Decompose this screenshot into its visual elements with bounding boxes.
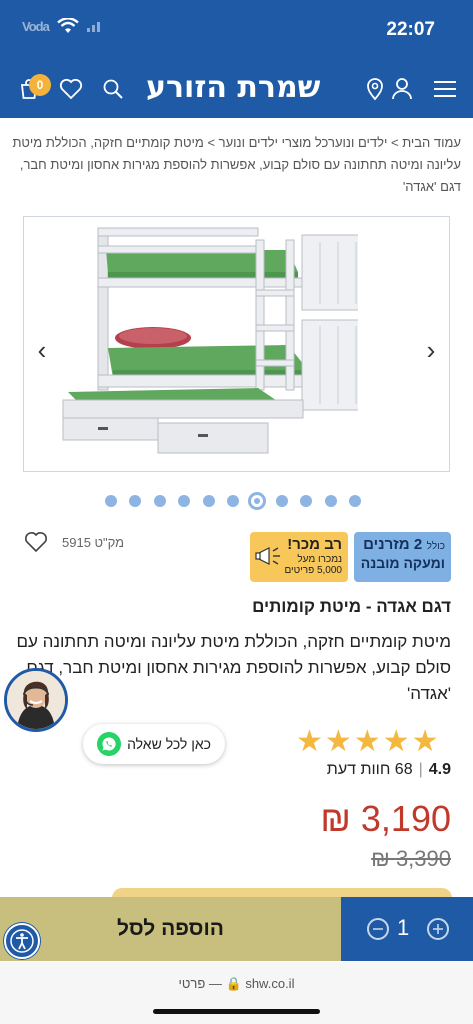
signal-icon <box>86 22 100 32</box>
whatsapp-label: כאן לכל שאלה <box>127 736 211 752</box>
reviews-count[interactable]: 68 חוות דעת <box>327 761 413 779</box>
breadcrumb-subcategory[interactable]: כל מוצרי ילדים ונוער <box>219 135 329 150</box>
megaphone-icon <box>255 547 280 565</box>
add-to-cart-bar: הוספה לסל 1 <box>0 897 473 961</box>
add-to-cart-button[interactable]: הוספה לסל <box>0 897 341 961</box>
rating-row: 4.9 | 68 חוות דעת <box>327 761 451 779</box>
location-icon[interactable] <box>360 74 390 104</box>
wifi-icon <box>57 18 79 33</box>
status-left: Voda <box>22 18 105 34</box>
bestseller-badge: רב מכר! נמכרו מעל 5,000 פריטים <box>250 532 348 582</box>
home-indicator <box>153 1009 320 1014</box>
status-bar: Voda 22:07 <box>0 0 473 60</box>
gallery-dot[interactable] <box>202 495 215 507</box>
gallery-dot[interactable] <box>300 495 313 507</box>
badge-prefix: כולל <box>426 541 445 552</box>
wishlist-heart-icon[interactable] <box>24 531 48 553</box>
accessibility-icon[interactable] <box>4 923 40 959</box>
gallery-dot-active[interactable] <box>248 492 267 510</box>
sku-label: מק"ט 5915 <box>62 535 125 550</box>
rating-score: 4.9 <box>428 761 451 778</box>
badge-main: 2 מזרנים <box>363 536 423 553</box>
support-agent-avatar[interactable] <box>4 668 68 732</box>
gallery-dot[interactable] <box>349 495 361 507</box>
gallery-dot[interactable] <box>178 495 191 507</box>
gallery-dot[interactable] <box>324 495 337 507</box>
breadcrumb-category[interactable]: ילדים ונוער <box>328 135 387 150</box>
product-title: דגם אגדה - מיטת קומותים <box>252 597 451 616</box>
quantity-stepper: 1 <box>341 897 473 961</box>
product-gallery[interactable]: ‹ › <box>23 216 450 472</box>
gallery-dot[interactable] <box>275 495 288 507</box>
old-price: 3,390 ₪ <box>371 846 451 871</box>
star-icon: ★ <box>353 725 381 758</box>
star-icon: ★ <box>324 725 352 758</box>
breadcrumb-separator: > <box>207 135 216 150</box>
minus-icon[interactable] <box>367 918 389 940</box>
current-price: 3,190 ₪ <box>320 798 451 839</box>
breadcrumb-home[interactable]: עמוד הבית <box>402 135 461 150</box>
rating-stars: ★ ★ ★ ★ ★ <box>296 726 439 758</box>
star-icon: ★ <box>382 725 410 758</box>
plus-icon[interactable] <box>427 918 449 940</box>
whatsapp-contact-button[interactable]: כאן לכל שאלה <box>83 724 225 764</box>
lock-icon: 🔒 <box>225 976 242 991</box>
search-icon[interactable] <box>98 74 128 104</box>
privacy-label: פרטי <box>178 976 206 991</box>
heart-icon[interactable] <box>56 74 86 104</box>
user-icon[interactable] <box>387 74 417 104</box>
bunk-bed-image <box>62 227 358 454</box>
gallery-dot[interactable] <box>105 495 117 507</box>
url-text: shw.co.il 🔒 — פרטי <box>0 976 473 992</box>
gallery-dot[interactable] <box>153 495 166 507</box>
gallery-dots <box>0 492 473 510</box>
url-dash: — <box>208 976 222 991</box>
whatsapp-icon <box>97 732 122 756</box>
badge-sub: ומעקה מובנה <box>360 555 445 571</box>
gallery-dot[interactable] <box>227 495 239 507</box>
mattress-included-badge: כולל 2 מזרנים ומעקה מובנה <box>354 532 451 582</box>
menu-icon[interactable] <box>430 74 460 104</box>
star-icon: ★ <box>411 725 439 758</box>
rating-separator: | <box>418 761 423 778</box>
gallery-dot[interactable] <box>129 495 142 507</box>
url-domain: shw.co.il <box>245 976 295 991</box>
cart-count-badge: 0 <box>29 74 51 96</box>
gallery-next-arrow[interactable]: › <box>421 335 441 366</box>
browser-url-bar[interactable]: shw.co.il 🔒 — פרטי <box>0 962 473 1024</box>
site-logo[interactable]: שמרת הזורע <box>146 70 320 105</box>
product-description: מיטת קומתיים חזקה, הכוללת מיטת עליונה ומ… <box>16 632 451 703</box>
site-header: שמרת הזורע <box>0 60 473 118</box>
gallery-prev-arrow[interactable]: ‹ <box>32 335 52 366</box>
star-icon: ★ <box>296 725 323 758</box>
breadcrumb: עמוד הבית > ילדים ונוערכל מוצרי ילדים ונ… <box>9 132 461 198</box>
carrier-label: Voda <box>22 18 50 34</box>
breadcrumb-separator: > <box>390 135 399 150</box>
clock: 22:07 <box>386 19 435 40</box>
quantity-value[interactable]: 1 <box>397 915 409 941</box>
